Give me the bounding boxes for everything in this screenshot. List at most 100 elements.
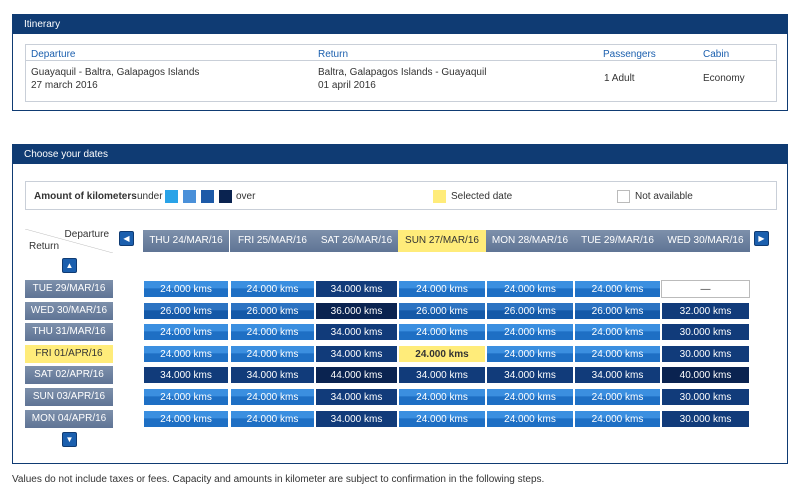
legend-selected-label: Selected date bbox=[451, 191, 513, 202]
return-date-header[interactable]: MON 04/APR/16 bbox=[25, 410, 113, 428]
fare-cell[interactable]: 24.000 kms bbox=[398, 410, 486, 428]
next-departure-button[interactable]: ▶ bbox=[754, 231, 769, 246]
fare-cell[interactable]: 34.000 kms bbox=[315, 280, 398, 298]
fare-cell[interactable]: 30.000 kms bbox=[661, 388, 750, 406]
fare-cell[interactable]: 24.000 kms bbox=[143, 280, 229, 298]
fare-cell[interactable]: 24.000 kms bbox=[574, 345, 661, 363]
cabin-header: Cabin bbox=[703, 49, 730, 60]
fare-cell[interactable]: 34.000 kms bbox=[315, 345, 398, 363]
fare-cell[interactable]: 26.000 kms bbox=[143, 302, 229, 320]
departure-date-header[interactable]: WED 30/MAR/16 bbox=[661, 230, 750, 252]
departure-date-header[interactable]: TUE 29/MAR/16 bbox=[574, 230, 661, 252]
next-return-button[interactable]: ▼ bbox=[62, 432, 77, 447]
return-date-header[interactable]: TUE 29/MAR/16 bbox=[25, 280, 113, 298]
fare-cell[interactable]: 24.000 kms bbox=[574, 388, 661, 406]
fare-cell[interactable]: 36.000 kms bbox=[315, 302, 398, 320]
departure-date-header[interactable]: SAT 26/MAR/16 bbox=[315, 230, 398, 252]
return-date-header[interactable]: THU 31/MAR/16 bbox=[25, 323, 113, 341]
prev-departure-button[interactable]: ◀ bbox=[119, 231, 134, 246]
fare-cell[interactable]: 24.000 kms bbox=[574, 323, 661, 341]
fare-cell[interactable]: 24.000 kms bbox=[486, 323, 574, 341]
itinerary-title: Itinerary bbox=[13, 15, 787, 34]
corner-departure-label: Departure bbox=[64, 229, 109, 240]
fare-cell[interactable]: 34.000 kms bbox=[315, 388, 398, 406]
fare-cell[interactable]: 34.000 kms bbox=[398, 366, 486, 384]
fare-cell[interactable]: 24.000 kms bbox=[230, 280, 315, 298]
legend-not-available-swatch bbox=[617, 190, 630, 203]
return-date-header[interactable]: FRI 01/APR/16 bbox=[25, 345, 113, 363]
legend-not-available-label: Not available bbox=[635, 191, 693, 202]
chevron-left-icon: ◀ bbox=[123, 234, 130, 243]
return-date-header[interactable]: WED 30/MAR/16 bbox=[25, 302, 113, 320]
fare-cell[interactable]: 40.000 kms bbox=[661, 366, 750, 384]
legend-selected-swatch bbox=[433, 190, 446, 203]
passengers-value: 1 Adult bbox=[604, 73, 635, 84]
return-date: 01 april 2016 bbox=[318, 80, 376, 91]
fare-cell[interactable]: 24.000 kms bbox=[398, 280, 486, 298]
departure-route: Guayaquil - Baltra, Galapagos Islands bbox=[31, 67, 200, 78]
return-route: Baltra, Galapagos Islands - Guayaquil bbox=[318, 67, 487, 78]
itinerary-panel: Itinerary Departure Return Passengers Ca… bbox=[12, 14, 788, 111]
legend-over-label: over bbox=[236, 191, 256, 202]
fare-cell[interactable]: 24.000 kms bbox=[486, 280, 574, 298]
legend-under-label: under bbox=[137, 191, 163, 202]
fare-cell[interactable]: 24.000 kms bbox=[230, 388, 315, 406]
chevron-down-icon: ▼ bbox=[65, 435, 74, 444]
chevron-up-icon: ▲ bbox=[65, 261, 74, 270]
fare-cell[interactable]: 24.000 kms bbox=[574, 280, 661, 298]
departure-date-header[interactable]: SUN 27/MAR/16 bbox=[398, 230, 486, 252]
return-header: Return bbox=[318, 49, 349, 60]
fare-cell[interactable]: 30.000 kms bbox=[661, 410, 750, 428]
fare-cell[interactable]: 24.000 kms bbox=[230, 323, 315, 341]
fare-cell[interactable]: 24.000 kms bbox=[230, 345, 315, 363]
legend-swatch-3 bbox=[201, 190, 214, 203]
cabin-value: Economy bbox=[703, 73, 745, 84]
fare-cell[interactable]: 26.000 kms bbox=[486, 302, 574, 320]
fare-cell[interactable]: 26.000 kms bbox=[398, 302, 486, 320]
legend-swatch-4 bbox=[219, 190, 232, 203]
fare-cell[interactable]: 24.000 kms bbox=[486, 345, 574, 363]
fare-cell[interactable]: 24.000 kms bbox=[486, 388, 574, 406]
fare-cell[interactable]: 24.000 kms bbox=[398, 345, 486, 363]
departure-date: 27 march 2016 bbox=[31, 80, 98, 91]
itinerary-table: Departure Return Passengers Cabin Guayaq… bbox=[25, 44, 777, 102]
disclaimer-text: Values do not include taxes or fees. Cap… bbox=[12, 474, 545, 485]
departure-date-header[interactable]: FRI 25/MAR/16 bbox=[230, 230, 315, 252]
legend-amount-label: Amount of kilometers bbox=[34, 191, 137, 202]
fare-cell[interactable]: 24.000 kms bbox=[574, 410, 661, 428]
fare-cell[interactable]: 34.000 kms bbox=[143, 366, 229, 384]
fare-cell[interactable]: 34.000 kms bbox=[315, 410, 398, 428]
fare-cell[interactable]: 34.000 kms bbox=[486, 366, 574, 384]
corner-return-label: Return bbox=[29, 241, 60, 252]
return-date-header[interactable]: SAT 02/APR/16 bbox=[25, 366, 113, 384]
fare-cell[interactable]: 32.000 kms bbox=[661, 302, 750, 320]
fare-cell[interactable]: 34.000 kms bbox=[230, 366, 315, 384]
choose-dates-title: Choose your dates bbox=[13, 145, 787, 164]
fare-cell[interactable]: 24.000 kms bbox=[486, 410, 574, 428]
fare-cell[interactable]: 24.000 kms bbox=[143, 410, 229, 428]
fare-cell[interactable]: 24.000 kms bbox=[398, 323, 486, 341]
fare-cell[interactable]: 24.000 kms bbox=[143, 345, 229, 363]
fare-cell[interactable]: 26.000 kms bbox=[574, 302, 661, 320]
fare-cell[interactable]: 24.000 kms bbox=[143, 323, 229, 341]
fare-cell[interactable]: 34.000 kms bbox=[315, 323, 398, 341]
legend-swatch-2 bbox=[183, 190, 196, 203]
fare-cell[interactable]: 44.000 kms bbox=[315, 366, 398, 384]
fare-cell[interactable]: 26.000 kms bbox=[230, 302, 315, 320]
fare-cell[interactable]: 30.000 kms bbox=[661, 345, 750, 363]
fare-cell: — bbox=[661, 280, 750, 298]
fare-cell[interactable]: 24.000 kms bbox=[398, 388, 486, 406]
legend: Amount of kilometers under over Selected… bbox=[25, 181, 777, 210]
fare-cell[interactable]: 34.000 kms bbox=[574, 366, 661, 384]
departure-date-header[interactable]: THU 24/MAR/16 bbox=[143, 230, 229, 252]
prev-return-button[interactable]: ▲ bbox=[62, 258, 77, 273]
grid-corner-header: Departure Return bbox=[25, 229, 113, 253]
fare-cell[interactable]: 24.000 kms bbox=[230, 410, 315, 428]
return-date-header[interactable]: SUN 03/APR/16 bbox=[25, 388, 113, 406]
passengers-header: Passengers bbox=[603, 49, 656, 60]
fare-cell[interactable]: 30.000 kms bbox=[661, 323, 750, 341]
fare-cell[interactable]: 24.000 kms bbox=[143, 388, 229, 406]
departure-date-header[interactable]: MON 28/MAR/16 bbox=[486, 230, 574, 252]
itinerary-header-row: Departure Return Passengers Cabin bbox=[26, 45, 776, 61]
chevron-right-icon: ▶ bbox=[758, 234, 765, 243]
